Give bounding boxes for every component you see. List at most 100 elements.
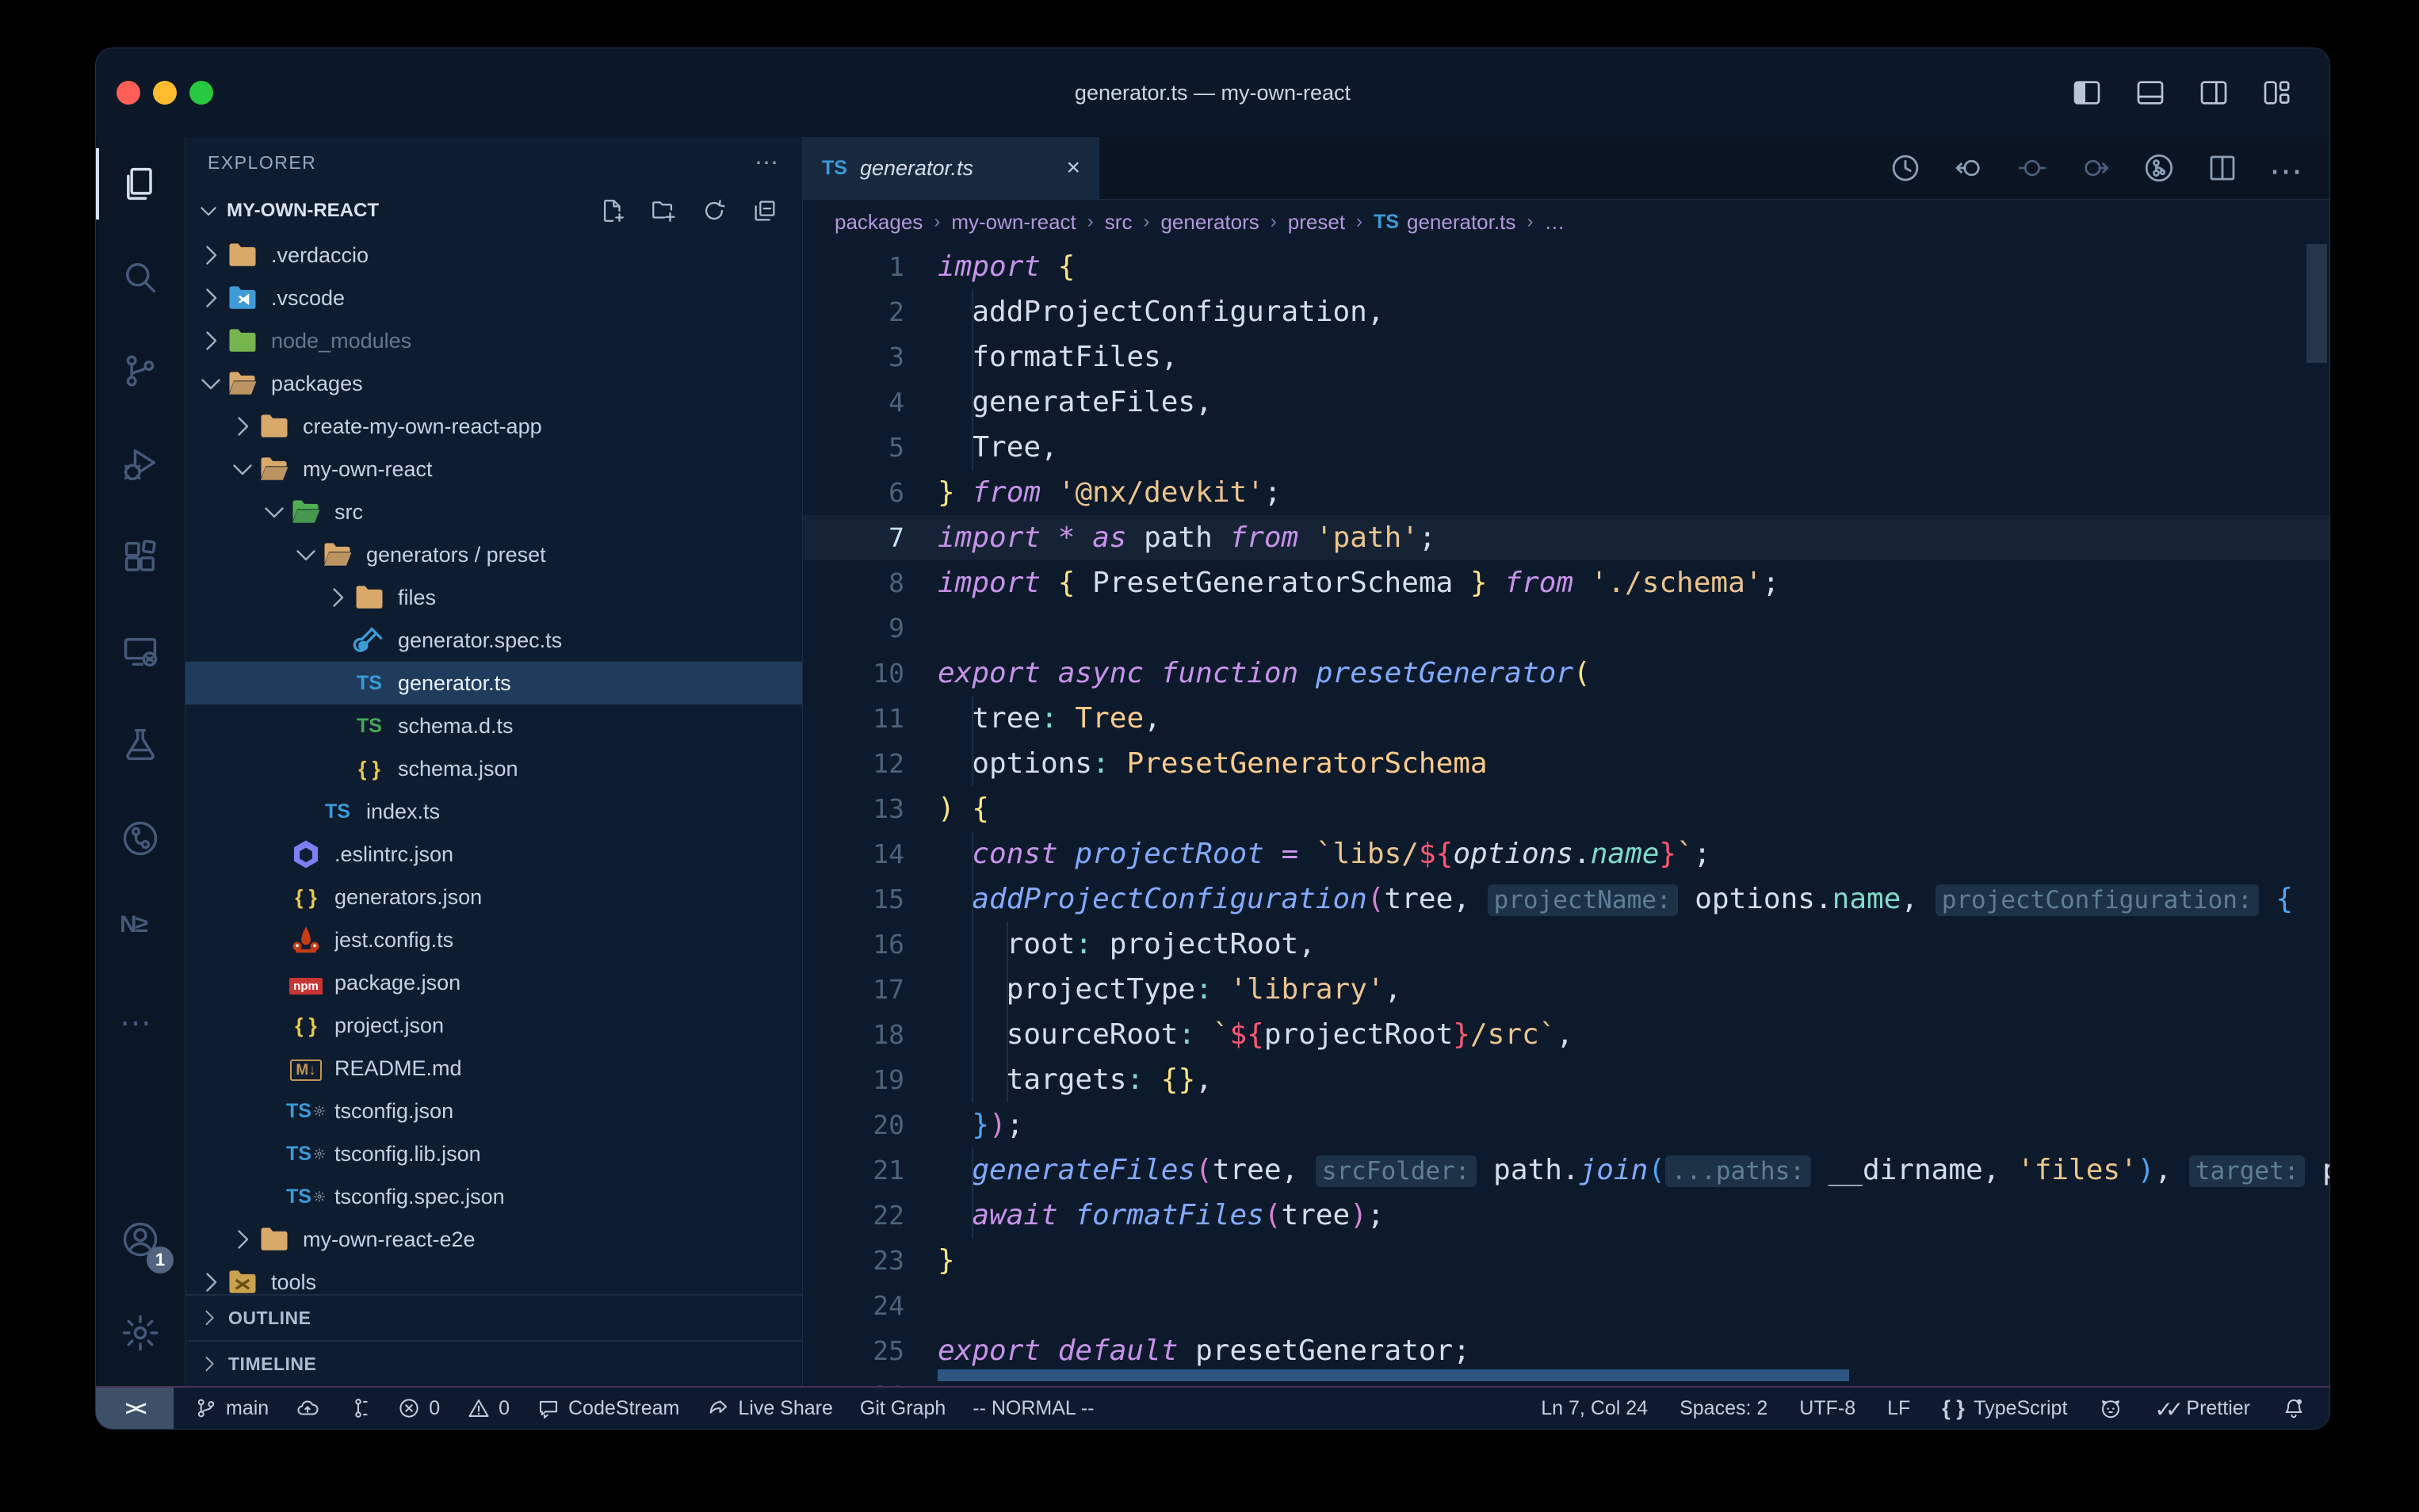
activity-item-accounts[interactable]: 1: [96, 1193, 185, 1286]
tree-item-generators-json[interactable]: { }generators.json: [185, 876, 802, 918]
breadcrumb-item-generator-ts[interactable]: TSgenerator.ts: [1374, 210, 1515, 235]
timeline-section[interactable]: TIMELINE: [185, 1340, 802, 1386]
tree-item-my-own-react-e2e[interactable]: my-own-react-e2e: [185, 1218, 802, 1261]
code-line-20[interactable]: 20 });: [803, 1102, 2329, 1147]
remote-indicator[interactable]: ><: [96, 1388, 174, 1429]
layout-sidebar-right-icon[interactable]: [2198, 77, 2230, 109]
code-line-11[interactable]: 11 tree: Tree,: [803, 696, 2329, 741]
status-git-graph[interactable]: Git Graph: [860, 1397, 946, 1420]
vertical-scrollbar[interactable]: [2306, 244, 2327, 363]
open-changes-next-icon[interactable]: [2079, 151, 2112, 185]
code-line-14[interactable]: 14 const projectRoot = `libs/${options.n…: [803, 831, 2329, 876]
split-editor-icon[interactable]: [2206, 151, 2239, 185]
tree-item--verdaccio[interactable]: .verdaccio: [185, 234, 802, 277]
code-line-5[interactable]: 5 Tree,: [803, 425, 2329, 470]
breadcrumb-item-my-own-react[interactable]: my-own-react: [951, 210, 1076, 235]
status-cursor-position[interactable]: Ln 7, Col 24: [1541, 1397, 1648, 1420]
activity-item-search[interactable]: [96, 231, 185, 324]
status-encoding[interactable]: UTF-8: [1799, 1397, 1855, 1420]
tree-item-readme-md[interactable]: M↓README.md: [185, 1047, 802, 1090]
layout-sidebar-left-icon[interactable]: [2071, 77, 2103, 109]
layout-panel-icon[interactable]: [2134, 77, 2166, 109]
sidebar-more-icon[interactable]: ⋯: [755, 149, 780, 177]
code-line-15[interactable]: 15 addProjectConfiguration(tree, project…: [803, 876, 2329, 922]
tree-item-tools[interactable]: tools: [185, 1261, 802, 1294]
tree-item-schema-json[interactable]: { }schema.json: [185, 747, 802, 790]
status-prettier[interactable]: ✓✓Prettier: [2154, 1396, 2250, 1420]
breadcrumb-item-src[interactable]: src: [1105, 210, 1133, 235]
tree-item--eslintrc-json[interactable]: .eslintrc.json: [185, 833, 802, 876]
tree-item-tsconfig-json[interactable]: TStsconfig.json: [185, 1090, 802, 1132]
tree-item-index-ts[interactable]: TSindex.ts: [185, 790, 802, 833]
tree-item-create-my-own-react-app[interactable]: create-my-own-react-app: [185, 405, 802, 448]
breadcrumb-item--[interactable]: …: [1544, 210, 1565, 235]
tree-item-tsconfig-lib-json[interactable]: TStsconfig.lib.json: [185, 1132, 802, 1175]
status-language-mode[interactable]: { }TypeScript: [1942, 1396, 2067, 1420]
code-line-6[interactable]: 6} from '@nx/devkit';: [803, 470, 2329, 515]
code-line-21[interactable]: 21 generateFiles(tree, srcFolder: path.j…: [803, 1147, 2329, 1193]
status-indentation[interactable]: Spaces: 2: [1680, 1397, 1767, 1420]
code-line-10[interactable]: 10export async function presetGenerator(: [803, 651, 2329, 696]
activity-item-nx-console[interactable]: N≥: [96, 885, 185, 979]
tree-item-generator-ts[interactable]: TSgenerator.ts: [185, 662, 802, 704]
open-changes-previous-icon[interactable]: [1952, 151, 1985, 185]
open-changes-current-icon[interactable]: [2016, 151, 2049, 185]
status-git-branch[interactable]: main: [194, 1396, 269, 1420]
close-window-button[interactable]: [117, 81, 140, 105]
code-line-3[interactable]: 3 formatFiles,: [803, 334, 2329, 380]
tree-item-generator-spec-ts[interactable]: generator.spec.ts: [185, 619, 802, 662]
code-line-4[interactable]: 4 generateFiles,: [803, 380, 2329, 425]
status-eol[interactable]: LF: [1887, 1397, 1910, 1420]
tab-generator-ts[interactable]: TS generator.ts ×: [803, 137, 1099, 199]
tree-item-project-json[interactable]: { }project.json: [185, 1004, 802, 1047]
breadcrumb-item-generators[interactable]: generators: [1160, 210, 1259, 235]
activity-item-source-control[interactable]: [96, 324, 185, 418]
tree-item--vscode[interactable]: .vscode: [185, 277, 802, 319]
status-github[interactable]: [2099, 1396, 2123, 1420]
code-line-1[interactable]: 1import {: [803, 244, 2329, 289]
code-line-18[interactable]: 18 sourceRoot: `${projectRoot}/src`,: [803, 1012, 2329, 1057]
code-line-7[interactable]: 7import * as path from 'path';: [803, 515, 2329, 560]
status-publish[interactable]: [296, 1396, 319, 1420]
activity-item-explorer[interactable]: [96, 137, 185, 231]
activity-item-remote-explorer[interactable]: [96, 605, 185, 698]
outline-section[interactable]: OUTLINE: [185, 1294, 802, 1340]
tree-item-schema-d-ts[interactable]: TSschema.d.ts: [185, 704, 802, 747]
status-warnings[interactable]: 0: [467, 1396, 510, 1420]
code-line-8[interactable]: 8import { PresetGeneratorSchema } from '…: [803, 560, 2329, 605]
tree-item-src[interactable]: src: [185, 491, 802, 533]
code-line-9[interactable]: 9: [803, 605, 2329, 651]
zoom-window-button[interactable]: [189, 81, 213, 105]
tree-item-package-json[interactable]: npmpackage.json: [185, 961, 802, 1004]
tree-item-node-modules[interactable]: node_modules: [185, 319, 802, 362]
status-errors[interactable]: 0: [397, 1396, 440, 1420]
code-line-17[interactable]: 17 projectType: 'library',: [803, 967, 2329, 1012]
activity-item-run-debug[interactable]: [96, 418, 185, 511]
code-line-23[interactable]: 23}: [803, 1238, 2329, 1283]
refresh-icon[interactable]: [701, 197, 728, 224]
new-folder-icon[interactable]: [650, 197, 677, 224]
activity-item-settings[interactable]: [96, 1286, 185, 1380]
new-file-icon[interactable]: [599, 197, 626, 224]
status-vim-mode[interactable]: -- NORMAL --: [973, 1397, 1094, 1420]
close-tab-icon[interactable]: ×: [1066, 155, 1080, 181]
code-line-2[interactable]: 2 addProjectConfiguration,: [803, 289, 2329, 334]
tree-item-jest-config-ts[interactable]: jest.config.ts: [185, 918, 802, 961]
breadcrumb-item-preset[interactable]: preset: [1288, 210, 1345, 235]
code-line-22[interactable]: 22 await formatFiles(tree);: [803, 1193, 2329, 1238]
status-git-commits[interactable]: [346, 1396, 370, 1420]
activity-item-more-views[interactable]: ⋯: [96, 979, 185, 1072]
minimize-window-button[interactable]: [153, 81, 177, 105]
timeline-history-icon[interactable]: [1889, 151, 1922, 185]
horizontal-scrollbar[interactable]: [938, 1369, 1849, 1381]
code-editor[interactable]: 1import {2 addProjectConfiguration,3 for…: [803, 244, 2329, 1386]
code-line-16[interactable]: 16 root: projectRoot,: [803, 922, 2329, 967]
code-line-13[interactable]: 13) {: [803, 786, 2329, 831]
breadcrumb-item-packages[interactable]: packages: [835, 210, 923, 235]
layout-grid-icon[interactable]: [2261, 77, 2293, 109]
activity-item-gitlens[interactable]: [96, 792, 185, 885]
tree-item-my-own-react[interactable]: my-own-react: [185, 448, 802, 491]
code-line-12[interactable]: 12 options: PresetGeneratorSchema: [803, 741, 2329, 786]
activity-item-extensions[interactable]: [96, 511, 185, 605]
tree-item-tsconfig-spec-json[interactable]: TStsconfig.spec.json: [185, 1175, 802, 1218]
